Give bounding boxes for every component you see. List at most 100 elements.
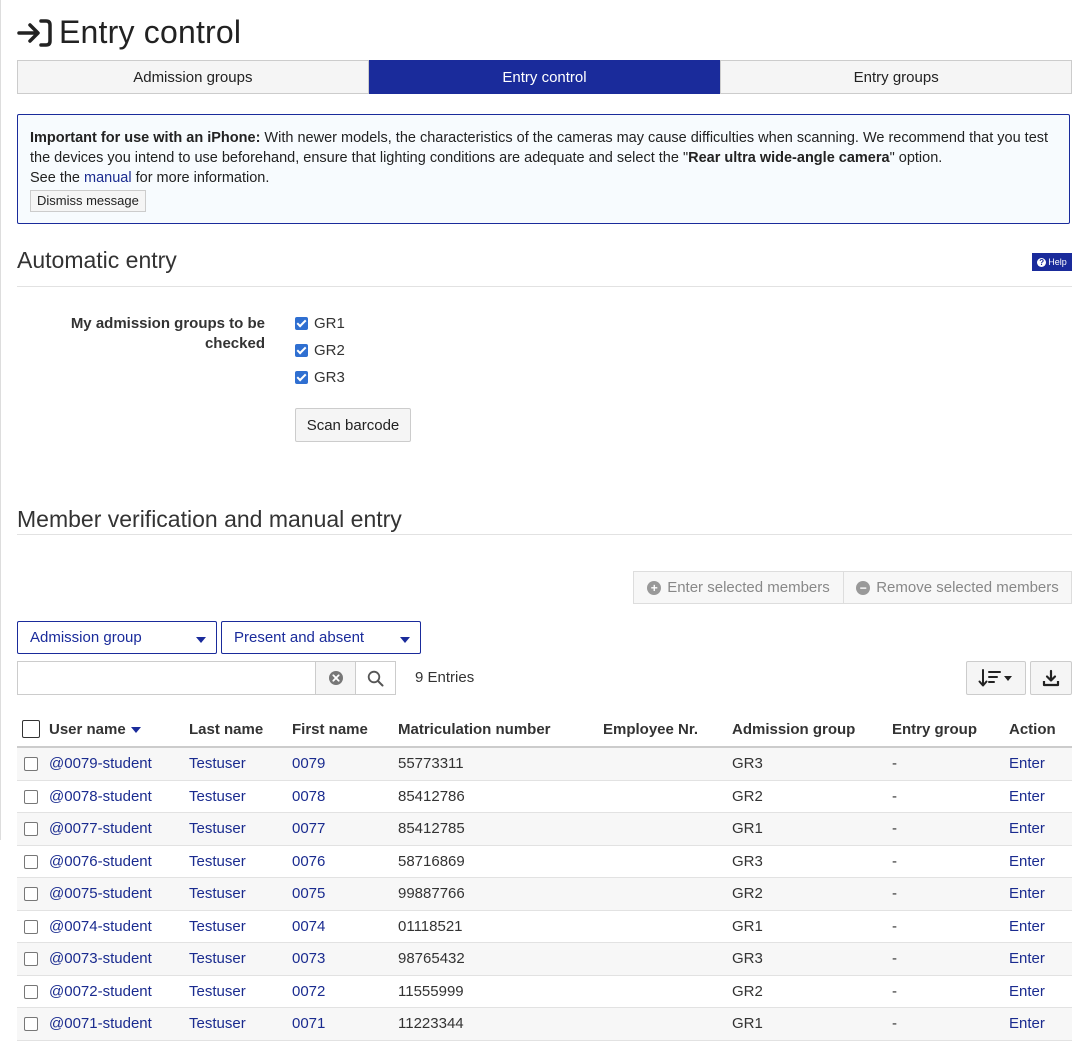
employee-nr-cell (603, 942, 732, 976)
first-name-link[interactable]: 0071 (292, 1015, 325, 1032)
column-header-entry-group[interactable]: Entry group (892, 712, 1009, 748)
row-checkbox[interactable] (24, 854, 38, 869)
last-name-link[interactable]: Testuser (189, 918, 246, 935)
presence-filter[interactable]: Present and absent (221, 621, 421, 654)
last-name-link[interactable]: Testuser (189, 788, 246, 805)
row-select-cell (17, 942, 49, 976)
help-button[interactable]: ? Help (1032, 253, 1072, 271)
last-name-link[interactable]: Testuser (189, 1015, 246, 1032)
enter-action-link[interactable]: Enter (1009, 755, 1045, 772)
enter-action-link[interactable]: Enter (1009, 1015, 1045, 1032)
divider (17, 534, 1072, 535)
last-name-link[interactable]: Testuser (189, 983, 246, 1000)
admission-group-cell: GR2 (732, 975, 892, 1008)
user-name-link[interactable]: @0078-student (49, 788, 152, 805)
first-name-link[interactable]: 0072 (292, 983, 325, 1000)
column-header-user-name[interactable]: User name (49, 712, 189, 748)
scan-barcode-button[interactable]: Scan barcode (295, 408, 411, 442)
tab-entry-control[interactable]: Entry control (368, 60, 721, 94)
admission-group-filter[interactable]: Admission group (17, 621, 217, 654)
row-checkbox[interactable] (24, 919, 38, 934)
last-name-link[interactable]: Testuser (189, 885, 246, 902)
alert-more: for more information. (131, 170, 270, 186)
first-name-link[interactable]: 0078 (292, 788, 325, 805)
enter-action-link[interactable]: Enter (1009, 950, 1045, 967)
user-name-link[interactable]: @0072-student (49, 983, 152, 1000)
admission-group-cell: GR1 (732, 910, 892, 943)
matriculation-cell: 99887766 (398, 877, 603, 911)
search-input[interactable] (18, 662, 315, 694)
enter-selected-button[interactable]: + Enter selected members (633, 571, 844, 604)
employee-nr-cell (603, 812, 732, 846)
clear-search-button[interactable] (315, 662, 355, 694)
enter-action-link[interactable]: Enter (1009, 788, 1045, 805)
column-header-last-name[interactable]: Last name (189, 712, 292, 748)
entry-group-cell: - (892, 877, 1009, 911)
last-name-link[interactable]: Testuser (189, 950, 246, 967)
group-checkbox-gr1[interactable]: GR1 (295, 315, 345, 332)
table-row: @0078-student Testuser 0078 85412786 GR2- Ent… (17, 780, 1072, 813)
row-select-cell (17, 1007, 49, 1041)
last-name-link[interactable]: Testuser (189, 820, 246, 837)
entry-group-cell: - (892, 845, 1009, 878)
tab-entry-groups[interactable]: Entry groups (720, 60, 1073, 94)
table-row: @0077-student Testuser 0077 85412785 GR1- Ent… (17, 812, 1072, 846)
enter-action-link[interactable]: Enter (1009, 885, 1045, 902)
search-button[interactable] (355, 662, 395, 694)
row-checkbox[interactable] (24, 822, 38, 837)
row-select-cell (17, 877, 49, 911)
enter-action-link[interactable]: Enter (1009, 820, 1045, 837)
first-name-link[interactable]: 0073 (292, 950, 325, 967)
user-name-link[interactable]: @0077-student (49, 820, 152, 837)
last-name-link[interactable]: Testuser (189, 853, 246, 870)
column-header-matriculation[interactable]: Matriculation number (398, 712, 603, 748)
first-name-link[interactable]: 0074 (292, 918, 325, 935)
group-label: GR3 (314, 369, 345, 386)
dismiss-message-button[interactable]: Dismiss message (30, 190, 146, 212)
group-checkbox-gr3[interactable]: GR3 (295, 369, 345, 386)
column-header-action: Action (1009, 712, 1072, 748)
column-header-admission-group[interactable]: Admission group (732, 712, 892, 748)
sort-menu-button[interactable] (966, 661, 1026, 695)
enter-action-link[interactable]: Enter (1009, 983, 1045, 1000)
group-checkbox-gr2[interactable]: GR2 (295, 342, 345, 359)
row-checkbox[interactable] (24, 757, 38, 772)
first-name-link[interactable]: 0079 (292, 755, 325, 772)
checkbox-checked[interactable] (295, 344, 308, 357)
user-name-link[interactable]: @0075-student (49, 885, 152, 902)
checkbox-checked[interactable] (295, 371, 308, 384)
column-header-first-name[interactable]: First name (292, 712, 398, 748)
row-select-cell (17, 812, 49, 846)
row-checkbox[interactable] (24, 952, 38, 967)
admission-groups-label: My admission groups to be checked (70, 315, 265, 352)
remove-selected-button[interactable]: − Remove selected members (844, 571, 1072, 604)
row-checkbox[interactable] (24, 1017, 38, 1032)
manual-link[interactable]: manual (84, 170, 132, 186)
download-button[interactable] (1030, 661, 1072, 695)
employee-nr-cell (603, 1007, 732, 1041)
column-header-employee-nr[interactable]: Employee Nr. (603, 712, 732, 748)
user-name-link[interactable]: @0079-student (49, 755, 152, 772)
employee-nr-cell (603, 910, 732, 943)
row-checkbox[interactable] (24, 887, 38, 902)
enter-action-link[interactable]: Enter (1009, 918, 1045, 935)
tab-admission-groups[interactable]: Admission groups (17, 60, 369, 94)
enter-selected-label: Enter selected members (667, 579, 830, 596)
user-name-link[interactable]: @0076-student (49, 853, 152, 870)
checkbox-checked[interactable] (295, 317, 308, 330)
first-name-link[interactable]: 0075 (292, 885, 325, 902)
enter-action-link[interactable]: Enter (1009, 853, 1045, 870)
user-name-link[interactable]: @0074-student (49, 918, 152, 935)
select-all-checkbox[interactable] (22, 720, 40, 739)
user-name-link[interactable]: @0071-student (49, 1015, 152, 1032)
sort-desc-icon (130, 726, 141, 733)
user-name-link[interactable]: @0073-student (49, 950, 152, 967)
row-checkbox[interactable] (24, 984, 38, 999)
entry-group-cell: - (892, 910, 1009, 943)
first-name-link[interactable]: 0076 (292, 853, 325, 870)
row-checkbox[interactable] (24, 789, 38, 804)
first-name-link[interactable]: 0077 (292, 820, 325, 837)
last-name-link[interactable]: Testuser (189, 755, 246, 772)
plus-circle-icon: + (647, 580, 662, 595)
matriculation-cell: 11555999 (398, 975, 603, 1008)
